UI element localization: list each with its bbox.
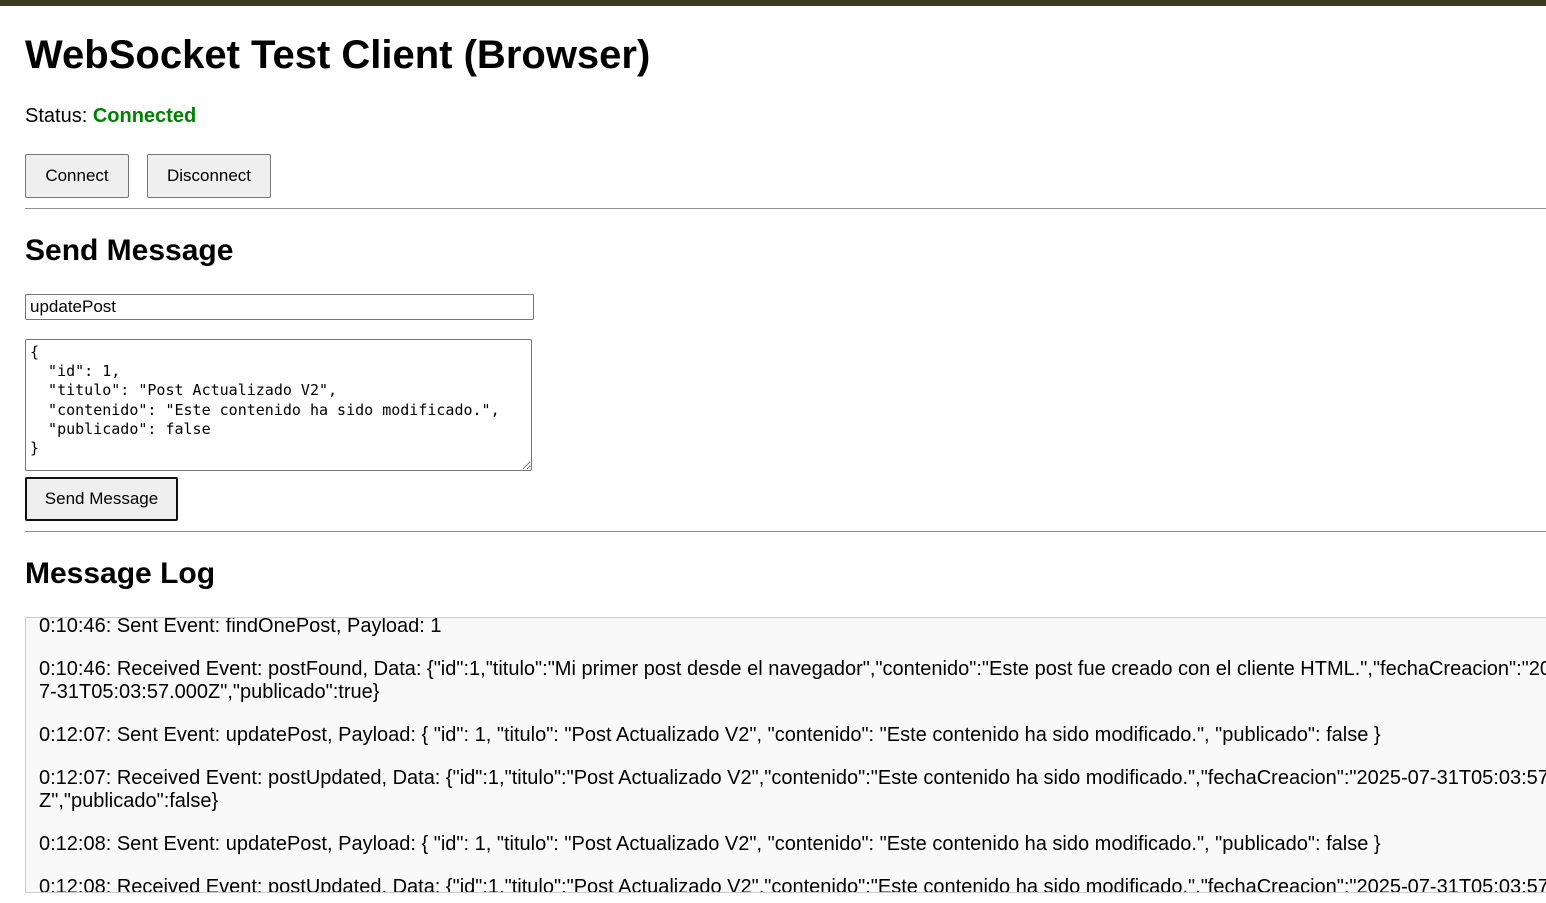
send-message-heading: Send Message bbox=[25, 234, 234, 267]
divider bbox=[25, 208, 1546, 209]
disconnect-button[interactable]: Disconnect bbox=[147, 154, 271, 198]
payload-textarea[interactable]: { "id": 1, "titulo": "Post Actualizado V… bbox=[25, 339, 532, 471]
log-entry: 0:12:07: Received Event: postUpdated, Da… bbox=[39, 767, 1546, 812]
top-accent-bar bbox=[0, 0, 1546, 6]
connect-button[interactable]: Connect bbox=[25, 154, 129, 198]
log-entry: 0:12:08: Received Event: postUpdated, Da… bbox=[39, 876, 1546, 893]
status-value: Connected bbox=[92, 105, 197, 127]
status-line: Status: Connected bbox=[25, 104, 196, 128]
status-label: Status: bbox=[25, 105, 88, 127]
log-entry: 0:12:07: Sent Event: updatePost, Payload… bbox=[39, 724, 1381, 746]
log-entry: 0:10:46: Received Event: postFound, Data… bbox=[39, 658, 1546, 703]
message-log-content: 0:10:46: Sent Event: findOnePost, Payloa… bbox=[39, 617, 1546, 893]
log-entry: 0:12:08: Sent Event: updatePost, Payload… bbox=[39, 833, 1381, 855]
event-name-input[interactable] bbox=[25, 294, 534, 320]
log-entry: 0:10:46: Sent Event: findOnePost, Payloa… bbox=[39, 617, 442, 637]
page-title: WebSocket Test Client (Browser) bbox=[25, 33, 651, 77]
send-message-button[interactable]: Send Message bbox=[25, 477, 178, 521]
message-log-heading: Message Log bbox=[25, 557, 216, 590]
divider bbox=[25, 531, 1546, 532]
message-log[interactable]: 0:10:46: Sent Event: findOnePost, Payloa… bbox=[25, 617, 1546, 893]
